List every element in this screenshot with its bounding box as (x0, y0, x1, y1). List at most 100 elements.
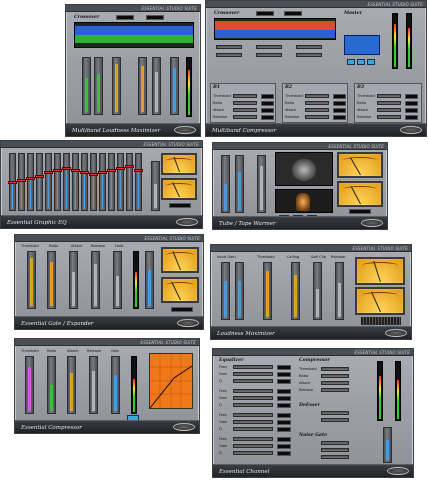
eq-band-fader[interactable] (89, 153, 98, 211)
output-readout (349, 209, 371, 214)
ratio-slider[interactable] (377, 101, 401, 105)
ratio-slider[interactable] (233, 101, 257, 105)
band-gain-3[interactable] (256, 45, 282, 49)
release-slider[interactable] (377, 115, 401, 119)
release-label: Release (285, 115, 300, 119)
release-slider[interactable] (305, 115, 329, 119)
comp-ratio-slider[interactable] (321, 374, 349, 378)
threshold-fader[interactable] (25, 356, 34, 414)
comp-release-slider[interactable] (321, 388, 349, 392)
input-gain-fader-right[interactable] (235, 262, 244, 320)
eq-band-fader[interactable] (98, 153, 107, 211)
master-display[interactable] (344, 35, 380, 55)
threshold-label: Threshold (21, 349, 39, 353)
gain-fader[interactable] (111, 356, 120, 414)
gate-threshold-slider[interactable] (321, 441, 349, 445)
eq-param-slider[interactable] (233, 420, 273, 424)
hold-fader[interactable] (113, 251, 122, 309)
threshold-fader[interactable] (27, 251, 36, 309)
release-slider[interactable] (233, 115, 257, 119)
crossover-display[interactable] (214, 18, 336, 40)
release-fader[interactable] (91, 251, 100, 309)
eq-band-fader[interactable] (8, 153, 17, 211)
deesser-threshold-slider[interactable] (321, 418, 349, 422)
low-crossover-readout[interactable] (256, 11, 274, 16)
eq-param-slider[interactable] (233, 427, 273, 431)
eq-param-slider[interactable] (233, 451, 273, 455)
band3-module: B3 Threshold Ratio Attack Release (354, 83, 422, 123)
band-gain-2[interactable] (216, 53, 242, 57)
eq-band-fader[interactable] (44, 153, 53, 211)
band-gain-6[interactable] (296, 53, 322, 57)
input-gain-fader[interactable] (221, 262, 230, 320)
threshold-fader[interactable] (263, 262, 272, 320)
soft-clip-fader[interactable] (313, 262, 322, 320)
transfer-curve-graph[interactable] (149, 353, 193, 409)
threshold-slider[interactable] (305, 94, 329, 98)
output-fader[interactable] (257, 155, 266, 213)
high-crossover-readout[interactable] (284, 11, 302, 16)
threshold-slider[interactable] (233, 94, 257, 98)
eq-band-fader[interactable] (125, 153, 134, 211)
attack-fader[interactable] (67, 356, 76, 414)
attack-fader[interactable] (69, 251, 78, 309)
crossover-display[interactable] (74, 22, 194, 48)
release-fader[interactable] (335, 262, 344, 320)
band5-fader[interactable] (152, 57, 161, 115)
deesser-freq-slider[interactable] (321, 411, 349, 415)
input-fader[interactable] (221, 155, 230, 213)
master-button-2[interactable] (357, 59, 365, 65)
eq-band-fader[interactable] (26, 153, 35, 211)
high-crossover-readout[interactable] (146, 15, 164, 20)
output-fader[interactable] (145, 251, 154, 309)
vu-meter-right (161, 277, 199, 303)
eq-band-fader[interactable] (80, 153, 89, 211)
band-gain-1[interactable] (216, 45, 242, 49)
attack-slider[interactable] (377, 108, 401, 112)
eq-param-slider[interactable] (233, 372, 273, 376)
master-gain-fader[interactable] (151, 161, 160, 211)
threshold-slider[interactable] (377, 94, 401, 98)
essential-compressor-panel: ESSENTIAL STUDIO SUITE Threshold Ratio A… (14, 338, 200, 434)
eq-band-fader[interactable] (17, 153, 26, 211)
eq-band-fader[interactable] (107, 153, 116, 211)
attack-slider[interactable] (305, 108, 329, 112)
eq-param-slider[interactable] (233, 413, 273, 417)
band1-label: B1 (213, 85, 221, 90)
eq-param-slider[interactable] (233, 389, 273, 393)
eq-band-fader[interactable] (62, 153, 71, 211)
eq-band-fader[interactable] (134, 153, 143, 211)
ratio-fader[interactable] (47, 251, 56, 309)
ratio-slider[interactable] (305, 101, 329, 105)
band3-fader[interactable] (112, 57, 121, 115)
band4-fader[interactable] (138, 57, 147, 115)
comp-attack-slider[interactable] (321, 381, 349, 385)
master-button-1[interactable] (347, 59, 355, 65)
low-crossover-readout[interactable] (116, 15, 134, 20)
eq-param-slider[interactable] (233, 437, 273, 441)
eq-param-slider[interactable] (233, 365, 273, 369)
band1-fader[interactable] (82, 57, 91, 115)
ratio-fader[interactable] (47, 356, 56, 414)
comp-threshold-slider[interactable] (321, 367, 349, 371)
gate-attack-slider[interactable] (321, 448, 349, 452)
eq-param-slider[interactable] (233, 403, 273, 407)
eq-band-fader[interactable] (35, 153, 44, 211)
band-gain-4[interactable] (256, 53, 282, 57)
release-fader[interactable] (89, 356, 98, 414)
gate-release-slider[interactable] (321, 455, 349, 459)
eq-band-fader[interactable] (116, 153, 125, 211)
ceiling-fader[interactable] (291, 262, 300, 320)
eq-param-slider[interactable] (233, 379, 273, 383)
drive-fader[interactable] (235, 155, 244, 213)
eq-band-fader[interactable] (53, 153, 62, 211)
eq-param-slider[interactable] (233, 396, 273, 400)
master-button-3[interactable] (367, 59, 375, 65)
eq-param-slider[interactable] (233, 444, 273, 448)
attack-slider[interactable] (233, 108, 257, 112)
band6-fader[interactable] (170, 57, 179, 115)
channel-output-fader[interactable] (383, 427, 392, 463)
band2-fader[interactable] (94, 57, 103, 115)
band-gain-5[interactable] (296, 45, 322, 49)
eq-band-fader[interactable] (71, 153, 80, 211)
